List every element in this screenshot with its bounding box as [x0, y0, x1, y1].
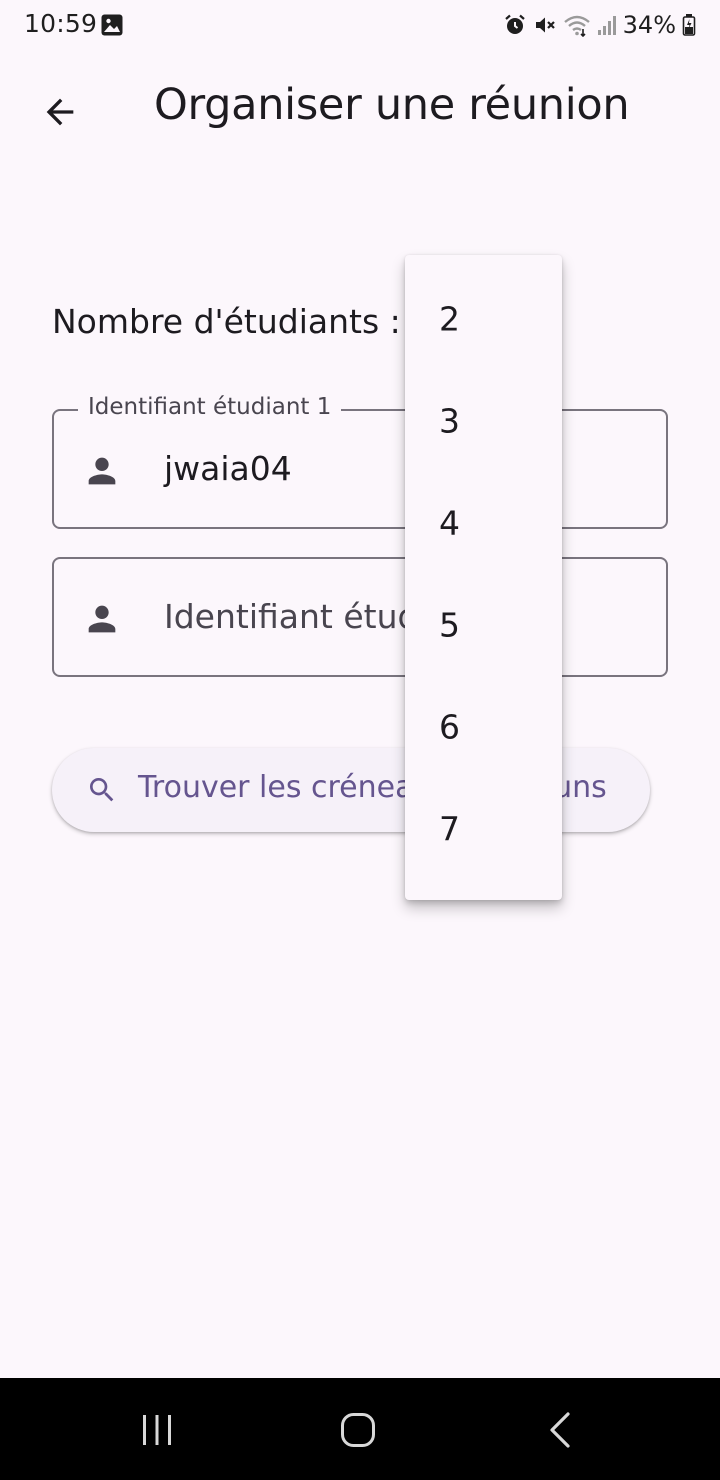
dropdown-option-label: 5 [439, 605, 460, 645]
dropdown-option-label: 2 [439, 299, 460, 339]
student-id-field-1-value: jwaia04 [164, 449, 292, 488]
home-icon[interactable] [334, 1406, 382, 1454]
student-count-dropdown-menu: 2 3 4 5 6 7 [405, 255, 562, 900]
signal-icon [597, 16, 616, 35]
back-icon[interactable] [538, 1406, 586, 1454]
page-title: Organiser une réunion [154, 80, 630, 130]
recent-apps-icon[interactable] [133, 1406, 181, 1454]
dropdown-option-6[interactable]: 6 [405, 679, 562, 781]
arrow-back-icon [46, 98, 74, 126]
student-id-field-2-input[interactable] [164, 597, 644, 636]
person-icon [88, 605, 116, 633]
wifi-icon [563, 15, 590, 37]
dropdown-option-5[interactable]: 5 [405, 577, 562, 679]
dropdown-option-label: 4 [439, 503, 460, 543]
alarm-icon [504, 14, 525, 34]
dropdown-option-label: 3 [439, 401, 460, 441]
dropdown-option-7[interactable]: 7 [405, 781, 562, 883]
battery-percentage: 34% [622, 11, 676, 39]
mute-icon [535, 17, 555, 33]
dropdown-option-3[interactable]: 3 [405, 373, 562, 475]
status-time: 10:59 [24, 9, 98, 38]
student-id-field-1-label: Identifiant étudiant 1 [78, 394, 342, 420]
battery-icon [682, 14, 696, 36]
dropdown-option-2[interactable]: 2 [405, 271, 562, 373]
system-navigation-bar [0, 1378, 720, 1480]
student-id-field-2[interactable] [52, 557, 668, 677]
back-button[interactable] [32, 84, 88, 140]
student-count-label: Nombre d'étudiants : [52, 302, 401, 341]
gallery-icon [101, 14, 123, 36]
dropdown-option-label: 6 [439, 707, 460, 747]
status-icons: 34% [503, 10, 696, 40]
person-icon [88, 457, 116, 485]
dropdown-option-4[interactable]: 4 [405, 475, 562, 577]
student-id-field-1[interactable]: Identifiant étudiant 1 jwaia04 [52, 394, 668, 529]
status-bar: 10:59 34% [0, 0, 720, 52]
dropdown-option-label: 7 [439, 809, 460, 849]
search-icon [90, 778, 114, 802]
